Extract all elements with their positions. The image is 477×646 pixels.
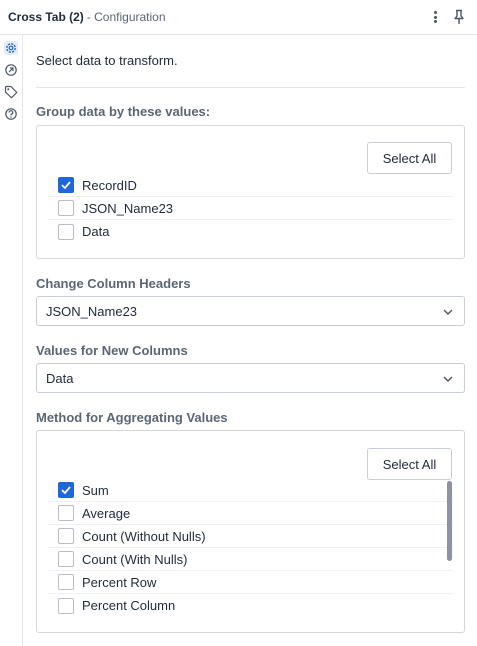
- tag-icon[interactable]: [4, 85, 18, 99]
- side-rail: [0, 35, 23, 646]
- checkbox-json-name23[interactable]: [58, 200, 74, 216]
- divider: [36, 87, 465, 88]
- intro-text: Select data to transform.: [36, 53, 178, 68]
- list-item[interactable]: Percent Row: [48, 571, 453, 594]
- group-section-label: Group data by these values:: [36, 104, 211, 119]
- list-item[interactable]: Count (Without Nulls): [48, 525, 453, 548]
- list-item-label: Sum: [82, 482, 109, 498]
- list-item-label: Count (Without Nulls): [82, 528, 206, 544]
- checkbox-sum[interactable]: [58, 482, 74, 498]
- list-item-label: RecordID: [82, 177, 137, 193]
- checkbox-data[interactable]: [58, 223, 74, 240]
- kebab-vertical-icon[interactable]: [428, 9, 442, 25]
- checkbox-count-without-nulls[interactable]: [58, 528, 74, 544]
- panel-title-text: Cross Tab (2): [8, 10, 84, 24]
- pin-icon[interactable]: [452, 9, 466, 25]
- list-item[interactable]: Count (With Nulls): [48, 548, 453, 571]
- list-item[interactable]: JSON_Name23: [48, 197, 453, 220]
- list-scrollbar[interactable]: [447, 481, 452, 561]
- list-item[interactable]: Sum: [48, 479, 453, 502]
- checkbox-percent-row[interactable]: [58, 574, 74, 590]
- arrow-circle-icon[interactable]: [4, 63, 18, 77]
- list-item[interactable]: RecordID: [48, 174, 453, 197]
- column-headers-select[interactable]: JSON_Name23: [36, 296, 465, 326]
- checkbox-count-with-nulls[interactable]: [58, 551, 74, 567]
- checkbox-average[interactable]: [58, 505, 74, 521]
- panel-subtitle: - Configuration: [86, 10, 166, 24]
- list-item-label: JSON_Name23: [82, 200, 174, 216]
- chevron-down-icon: [443, 376, 453, 382]
- method-select-all-button[interactable]: Select All: [367, 448, 452, 480]
- values-section-label: Values for New Columns: [36, 343, 188, 358]
- column-headers-value: JSON_Name23: [46, 303, 138, 319]
- new-columns-values-value: Data: [46, 370, 74, 386]
- checkbox-recordid[interactable]: [58, 177, 74, 193]
- list-item-label: Count (With Nulls): [82, 551, 188, 567]
- new-columns-values-select[interactable]: Data: [36, 363, 465, 393]
- list-item-label: Data: [82, 224, 110, 239]
- list-item-label: Percent Column: [82, 598, 176, 613]
- list-item-label: Average: [82, 505, 131, 521]
- list-item[interactable]: Percent Column: [48, 594, 453, 617]
- panel-title: Cross Tab (2) - Configuration: [8, 10, 166, 24]
- list-item[interactable]: Average: [48, 502, 453, 525]
- panel-header: Cross Tab (2) - Configuration: [0, 0, 477, 35]
- chevron-down-icon: [443, 309, 453, 315]
- method-section-label: Method for Aggregating Values: [36, 410, 228, 425]
- checkbox-percent-column[interactable]: [58, 597, 74, 614]
- list-item[interactable]: Data: [48, 220, 453, 243]
- headers-section-label: Change Column Headers: [36, 276, 191, 291]
- group-values-box: Select All RecordID JSON_Name23 Data: [36, 125, 465, 259]
- aggregation-methods-box: Select All Sum Average Count (Without Nu…: [36, 430, 465, 633]
- help-circle-icon[interactable]: [4, 107, 18, 121]
- group-select-all-button[interactable]: Select All: [367, 142, 452, 174]
- list-item-label: Percent Row: [82, 574, 157, 590]
- gear-icon[interactable]: [4, 41, 18, 55]
